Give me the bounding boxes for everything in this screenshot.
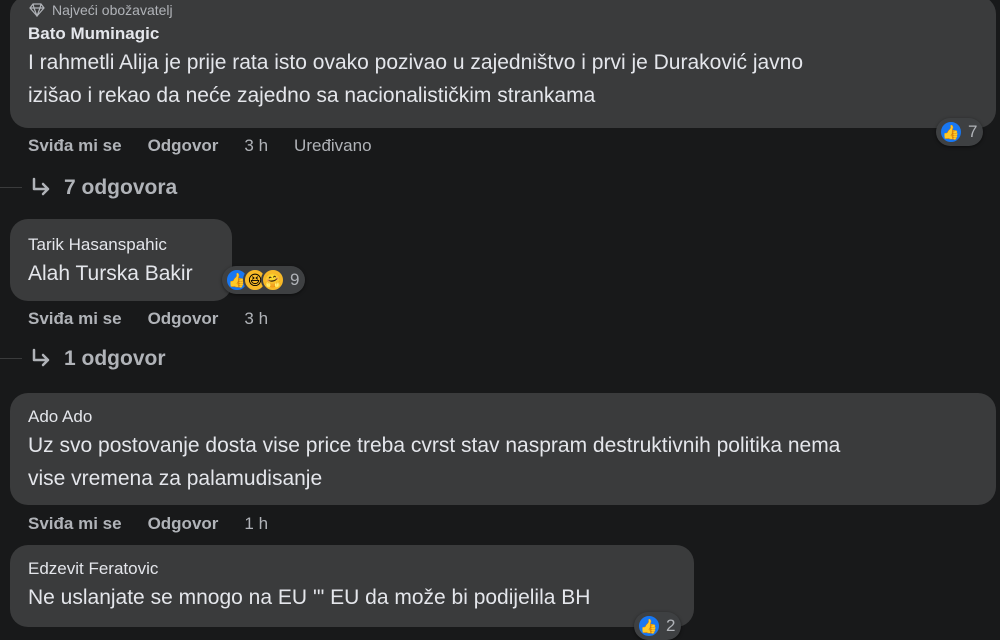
replies-count-label: 7 odgovora <box>64 176 178 199</box>
edited-label: Uređivano <box>294 136 372 155</box>
diamond-icon <box>29 3 45 17</box>
reply-button[interactable]: Odgovor <box>148 514 219 534</box>
comment-bubble: Edzevit Feratovic Ne uslanjate se mnogo … <box>10 545 694 627</box>
comment-actions: Sviđa mi se Odgovor 3 h <box>28 309 294 329</box>
timestamp[interactable]: 3 h <box>244 136 268 156</box>
comment-actions: Sviđa mi se Odgovor 1 h <box>28 514 294 534</box>
care-reaction-icon: 🤗 <box>261 268 285 292</box>
comment-bubble: Tarik Hasanspahic Alah Turska Bakir <box>10 219 232 301</box>
view-replies-link[interactable]: 7 odgovora <box>30 176 177 200</box>
reaction-summary[interactable]: 👍 7 <box>936 118 984 146</box>
reply-arrow-icon <box>32 348 50 367</box>
thread-divider <box>0 358 22 359</box>
comment-author[interactable]: Bato Muminagic <box>28 24 982 44</box>
top-fan-badge: Najveći obožavatelj <box>28 2 982 18</box>
timestamp[interactable]: 1 h <box>244 514 268 534</box>
reaction-summary[interactable]: 👍 2 <box>634 612 682 640</box>
reply-arrow-icon <box>32 177 50 196</box>
reply-button[interactable]: Odgovor <box>148 136 219 156</box>
replies-count-label: 1 odgovor <box>64 347 166 370</box>
timestamp[interactable]: 3 h <box>244 309 268 329</box>
comment-text: Alah Turska Bakir <box>28 262 193 285</box>
like-button[interactable]: Sviđa mi se <box>28 309 122 329</box>
reaction-count: 9 <box>290 270 300 289</box>
badge-label: Najveći obožavatelj <box>52 2 173 18</box>
comment-bubble: Najveći obožavatelj Bato Muminagic I rah… <box>10 0 996 128</box>
comment-actions: Sviđa mi se Odgovor 3 h Uređivano <box>28 136 372 156</box>
comment-author[interactable]: Edzevit Feratovic <box>28 559 680 579</box>
view-replies-link[interactable]: 1 odgovor <box>30 347 166 371</box>
reaction-count: 7 <box>968 122 978 141</box>
thread-divider <box>0 187 22 188</box>
like-button[interactable]: Sviđa mi se <box>28 136 122 156</box>
comment-text: Uz svo postovanje dosta vise price treba… <box>28 434 841 490</box>
comment-author[interactable]: Ado Ado <box>28 407 982 427</box>
comment-text: Ne uslanjate se mnogo na EU '" EU da mož… <box>28 586 591 609</box>
reaction-count: 2 <box>666 616 676 635</box>
reaction-summary[interactable]: 👍 😆 🤗 9 <box>222 266 306 294</box>
like-button[interactable]: Sviđa mi se <box>28 514 122 534</box>
reply-button[interactable]: Odgovor <box>148 309 219 329</box>
comment-author[interactable]: Tarik Hasanspahic <box>28 235 218 255</box>
comment-bubble: Ado Ado Uz svo postovanje dosta vise pri… <box>10 393 996 505</box>
like-reaction-icon: 👍 <box>637 614 661 638</box>
comment-text: I rahmetli Alija je prije rata isto ovak… <box>28 51 804 107</box>
like-reaction-icon: 👍 <box>939 120 963 144</box>
